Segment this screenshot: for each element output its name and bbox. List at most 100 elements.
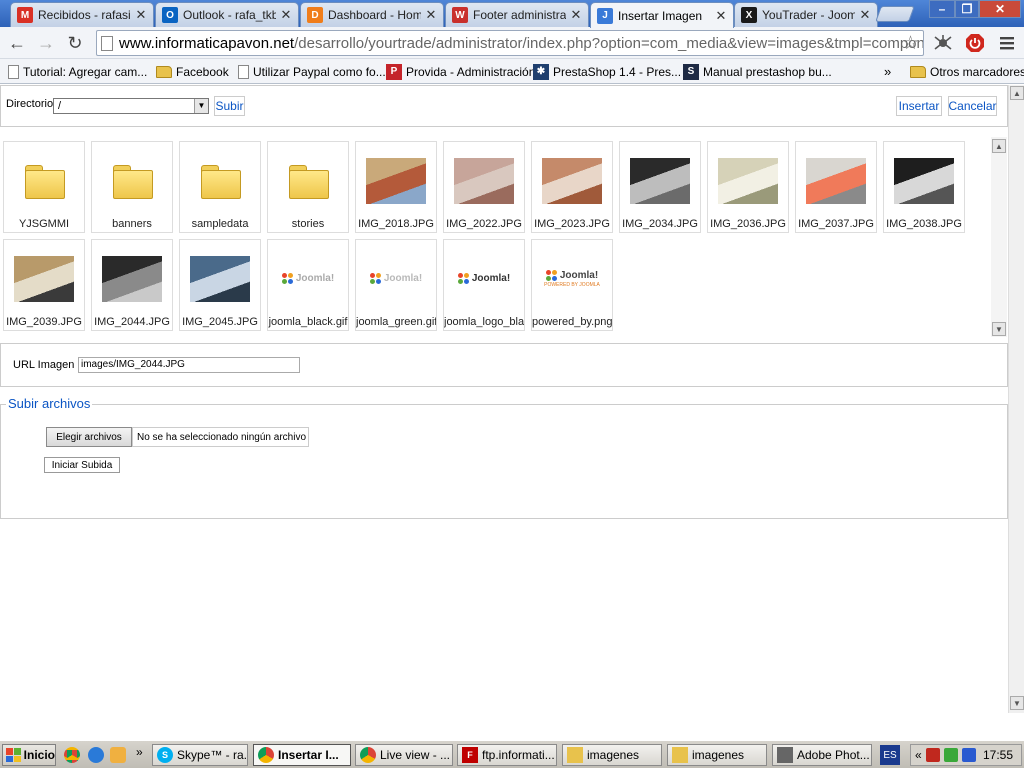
close-window-button[interactable]: ✕ — [979, 0, 1021, 18]
tab-2[interactable]: O Outlook - rafa_tkb ✕ — [155, 2, 299, 27]
page-scrollbar[interactable]: ▲ ▼ — [1008, 85, 1024, 713]
image-item[interactable]: Joomla! POWERED BY JOOMLA powered_by.png — [531, 239, 613, 331]
media-grid-scrollbar[interactable]: ▲ ▼ — [991, 137, 1007, 337]
photo-thumbnail — [366, 157, 426, 204]
taskbar-item-7[interactable]: Adobe Phot... — [772, 744, 872, 766]
folder-item[interactable]: stories — [267, 141, 349, 233]
bookmark-manual-prestashop[interactable]: S Manual prestashop bu... — [683, 62, 832, 81]
image-item[interactable]: IMG_2037.JPG — [795, 141, 877, 233]
image-url-input[interactable]: images/IMG_2044.JPG — [78, 357, 300, 373]
start-button[interactable]: Inicio — [2, 744, 56, 766]
insert-button[interactable]: Insertar — [896, 96, 942, 116]
image-item[interactable]: Joomla! joomla_green.gif — [355, 239, 437, 331]
bookmark-tutorial[interactable]: Tutorial: Agregar cam... — [6, 62, 147, 81]
extension-icon[interactable] — [932, 32, 954, 54]
image-item[interactable]: IMG_2038.JPG — [883, 141, 965, 233]
logo-text: Joomla! — [295, 273, 335, 284]
tab-5[interactable]: J Insertar Imagen ✕ — [590, 2, 734, 28]
image-item[interactable]: IMG_2023.JPG — [531, 141, 613, 233]
bookmark-label: Facebook — [176, 64, 229, 79]
close-tab-icon[interactable]: ✕ — [135, 7, 147, 23]
upload-fieldset: Subir archivos Elegir archivos No se ha … — [0, 396, 1008, 519]
bookmark-label: Utilizar Paypal como fo... — [253, 64, 386, 79]
start-upload-button[interactable]: Iniciar Subida — [44, 457, 120, 473]
joomla-logo-thumbnail: Joomla! — [281, 272, 335, 285]
scroll-down-icon[interactable]: ▼ — [992, 322, 1006, 336]
menu-icon[interactable] — [996, 32, 1018, 54]
up-button[interactable]: Subir — [214, 96, 245, 116]
media-manager-page: Directorio / ▼ Subir Insertar Cancelar Y… — [0, 85, 1008, 713]
photo-thumbnail — [894, 157, 954, 204]
ie-quicklaunch-icon[interactable] — [88, 747, 104, 763]
tab-6[interactable]: X YouTrader - Joomla ✕ — [734, 2, 878, 27]
bookmark-star-icon[interactable]: ☆ — [902, 32, 919, 55]
bookmarks-overflow-chevron[interactable]: » — [884, 62, 891, 81]
folder-item[interactable]: sampledata — [179, 141, 261, 233]
scroll-up-icon[interactable]: ▲ — [992, 139, 1006, 153]
image-item[interactable]: IMG_2044.JPG — [91, 239, 173, 331]
close-tab-icon[interactable]: ✕ — [425, 7, 437, 23]
start-label: Inicio — [23, 748, 55, 762]
scroll-down-icon[interactable]: ▼ — [1010, 696, 1024, 710]
taskbar-item-6[interactable]: imagenes — [667, 744, 767, 766]
tab-1[interactable]: M Recibidos - rafasim ✕ — [10, 2, 154, 27]
photo-thumbnail — [718, 157, 778, 204]
item-filename: IMG_2038.JPG — [886, 218, 962, 230]
scroll-up-icon[interactable]: ▲ — [1010, 86, 1024, 100]
image-item[interactable]: IMG_2039.JPG — [3, 239, 85, 331]
network-icon[interactable] — [961, 748, 976, 762]
image-item[interactable]: Joomla! joomla_black.gif — [267, 239, 349, 331]
close-tab-icon[interactable]: ✕ — [570, 7, 582, 23]
image-item[interactable]: IMG_2045.JPG — [179, 239, 261, 331]
address-bar[interactable]: www.informaticapavon.net/desarrollo/your… — [96, 30, 924, 56]
tray-overflow[interactable]: « — [915, 748, 922, 762]
item-filename: joomla_black.gif — [268, 316, 348, 328]
cancel-button[interactable]: Cancelar — [948, 96, 997, 116]
taskbar-item-label: Skype™ - ra... — [177, 748, 248, 762]
image-item[interactable]: IMG_2036.JPG — [707, 141, 789, 233]
taskbar-item-3[interactable]: Live view - ... — [355, 744, 453, 766]
folder-item[interactable]: YJSGMMI — [3, 141, 85, 233]
taskbar-item-4[interactable]: Fftp.informati... — [457, 744, 557, 766]
quicklaunch-overflow[interactable]: » — [136, 745, 143, 759]
image-item[interactable]: IMG_2034.JPG — [619, 141, 701, 233]
update-icon[interactable] — [943, 748, 958, 762]
bookmark-facebook[interactable]: Facebook — [156, 62, 229, 81]
directory-value: / — [58, 100, 62, 112]
close-tab-icon[interactable]: ✕ — [280, 7, 292, 23]
logo-subtext: POWERED BY JOOMLA — [544, 281, 600, 288]
back-button[interactable]: ← — [5, 31, 29, 55]
url-path: /desarrollo/yourtrade/administrator/inde… — [294, 34, 923, 52]
minimize-button[interactable]: – — [929, 0, 955, 18]
new-tab-button[interactable] — [875, 6, 915, 22]
doc-icon — [8, 64, 19, 79]
chrome-quicklaunch-icon[interactable] — [64, 747, 80, 763]
reload-button[interactable]: ↻ — [63, 31, 87, 55]
bookmark-prestashop[interactable]: ✱ PrestaShop 1.4 - Pres... — [533, 62, 681, 81]
restore-button[interactable]: ❐ — [955, 0, 979, 18]
folder-item[interactable]: banners — [91, 141, 173, 233]
adblock-icon[interactable] — [964, 32, 986, 54]
antivirus-icon[interactable] — [925, 748, 940, 762]
item-filename: IMG_2039.JPG — [6, 316, 82, 328]
close-tab-icon[interactable]: ✕ — [859, 7, 871, 23]
forward-button[interactable]: → — [34, 31, 58, 55]
taskbar-item-2[interactable]: Insertar I... — [253, 744, 351, 766]
bookmark-other[interactable]: Otros marcadores — [910, 62, 1024, 81]
close-tab-icon[interactable]: ✕ — [715, 8, 727, 24]
bookmark-provida[interactable]: P Provida - Administración — [386, 62, 535, 81]
taskbar-item-5[interactable]: imagenes — [562, 744, 662, 766]
messenger-quicklaunch-icon[interactable] — [110, 747, 126, 763]
choose-files-button[interactable]: Elegir archivos — [46, 427, 132, 447]
directory-select[interactable]: / ▼ — [53, 98, 209, 114]
windows-logo-icon — [6, 748, 21, 762]
tab-4[interactable]: W Footer administrac ✕ — [445, 2, 589, 27]
taskbar-item-label: Adobe Phot... — [797, 748, 870, 762]
language-indicator[interactable]: ES — [880, 745, 900, 765]
image-item[interactable]: Joomla! joomla_logo_black.jpg — [443, 239, 525, 331]
tab-3[interactable]: D Dashboard - Home ✕ — [300, 2, 444, 27]
bookmark-paypal[interactable]: Utilizar Paypal como fo... — [236, 62, 386, 81]
image-item[interactable]: IMG_2022.JPG — [443, 141, 525, 233]
taskbar-item-1[interactable]: S Skype™ - ra... — [152, 744, 248, 766]
image-item[interactable]: IMG_2018.JPG — [355, 141, 437, 233]
